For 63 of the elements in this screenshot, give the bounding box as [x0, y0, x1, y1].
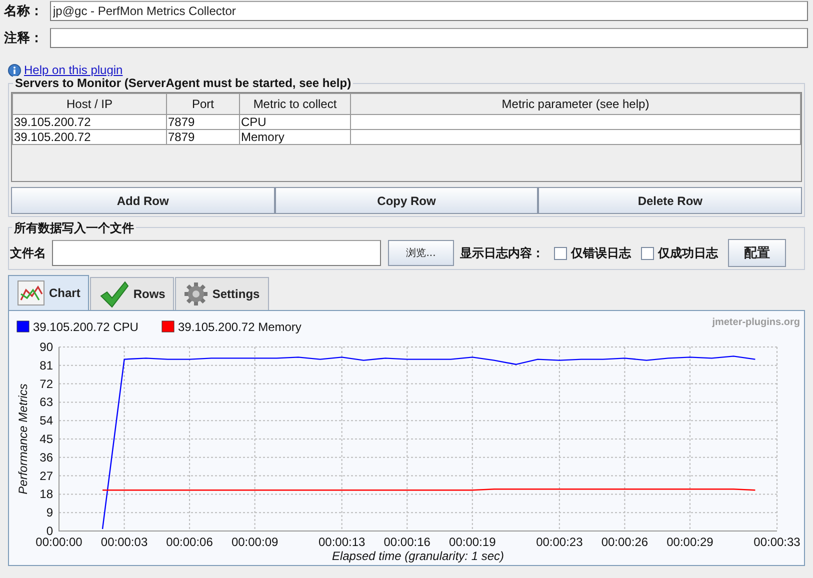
table-action-button[interactable]: Add Row — [11, 187, 275, 214]
axis-tick-label: 36 — [40, 450, 53, 464]
name-field[interactable]: jp@gc - PerfMon Metrics Collector — [50, 0, 808, 20]
column-header: Port — [166, 94, 240, 114]
checkbox-label: 仅成功日志 — [658, 244, 718, 262]
axis-tick-label: 00:00:09 — [231, 535, 278, 549]
column-header: Metric parameter (see help) — [350, 94, 800, 114]
field-label: 注释： — [4, 29, 44, 47]
info-icon — [8, 64, 21, 76]
tab[interactable]: Chart — [8, 275, 90, 310]
axis-title: Elapsed time (granularity: 1 sec) — [332, 549, 504, 563]
checkbox-label: 仅错误日志 — [571, 244, 631, 262]
axis-tick-label: 00:00:29 — [666, 535, 714, 549]
line-chart-icon — [17, 280, 45, 306]
axis-tick-label: 54 — [40, 414, 53, 428]
axis-title: Performance Metrics — [16, 384, 30, 494]
axis-tick-label: 00:00:13 — [318, 535, 366, 549]
config-button[interactable]: 配置 — [728, 239, 786, 267]
comment-field[interactable] — [50, 28, 808, 48]
axis-tick-label: 90 — [40, 340, 53, 354]
table-cell: 7879 — [166, 130, 240, 144]
column-header: Host / IP — [12, 94, 166, 114]
legend-label: 39.105.200.72 Memory — [178, 320, 302, 334]
check-mark-icon — [99, 280, 130, 308]
axis-tick-label: 45 — [40, 432, 53, 446]
gear-icon — [184, 282, 208, 306]
table-cell: 7879 — [166, 114, 240, 130]
axis-tick-label: 27 — [40, 468, 53, 483]
axis-tick-label: 00:00:33 — [754, 535, 800, 549]
axis-tick-label: 18 — [40, 487, 53, 502]
field-label: 文件名 — [10, 244, 46, 262]
table-cell: 39.105.200.72 — [12, 130, 166, 144]
legend-label: 39.105.200.72 CPU — [33, 320, 138, 334]
axis-tick-label: 9 — [46, 506, 53, 520]
field-label: 名称： — [4, 2, 44, 20]
axis-tick-label: 00:00:26 — [601, 535, 648, 549]
table-action-button[interactable]: Copy Row — [274, 187, 538, 214]
axis-tick-label: 00:00:06 — [166, 535, 213, 549]
axis-tick-label: 00:00:03 — [100, 535, 148, 549]
group-title: Servers to Monitor (ServerAgent must be started, see help) — [13, 76, 354, 90]
group-title: 所有数据写入一个文件 — [12, 220, 136, 237]
table-action-button[interactable]: Delete Row — [538, 187, 802, 214]
help-link[interactable]: Help on this plugin — [24, 63, 123, 77]
tab[interactable]: Rows — [90, 277, 174, 310]
table-cell: 39.105.200.72 — [12, 114, 166, 130]
axis-tick-label: 00:00:00 — [36, 535, 82, 549]
table-cell: CPU — [240, 114, 350, 130]
checkbox[interactable] — [641, 246, 654, 260]
axis-tick-label: 0 — [46, 524, 53, 538]
field-label: 显示日志内容： — [460, 244, 544, 262]
tab[interactable]: Settings — [175, 277, 269, 310]
filename-field[interactable] — [52, 240, 381, 266]
axis-tick-label: 81 — [40, 358, 53, 372]
chart-watermark: jmeter-plugins.org — [712, 317, 800, 328]
table-cell: Memory — [240, 130, 350, 144]
axis-tick-label: 00:00:16 — [384, 535, 430, 549]
axis-tick-label: 72 — [40, 376, 53, 391]
checkbox[interactable] — [554, 246, 567, 260]
column-header: Metric to collect — [240, 94, 350, 114]
axis-tick-label: 63 — [40, 395, 53, 410]
browse-button[interactable]: 浏览... — [388, 240, 454, 266]
axis-tick-label: 00:00:23 — [536, 535, 583, 549]
axis-tick-label: 00:00:19 — [449, 535, 496, 549]
